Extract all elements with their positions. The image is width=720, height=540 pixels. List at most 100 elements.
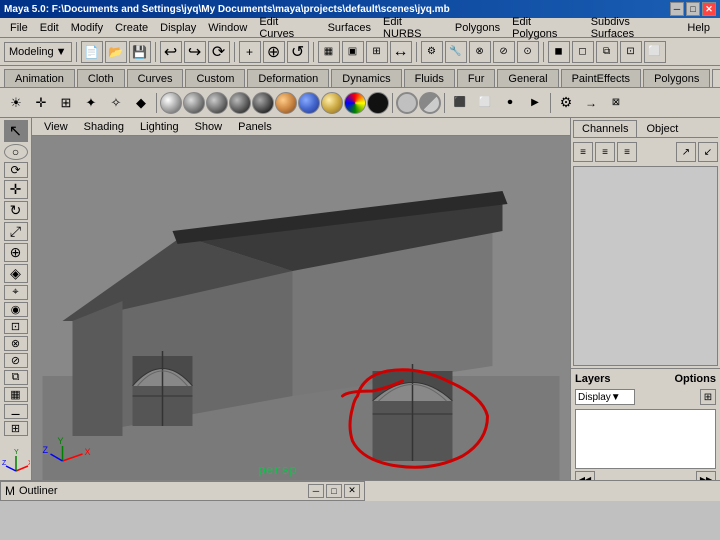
viewport-canvas[interactable]: persp X Y Z <box>32 136 570 480</box>
tool-unk3[interactable]: ⌖ <box>4 285 28 300</box>
outliner-minimize[interactable]: ─ <box>308 484 324 498</box>
menu-subdivs-surfaces[interactable]: Subdivs Surfaces <box>585 14 682 42</box>
menu-file[interactable]: File <box>4 20 34 36</box>
iconbar-gear[interactable]: ⚙ <box>554 91 578 115</box>
iconbar-render4[interactable]: ▶ <box>523 91 547 115</box>
menu-surfaces[interactable]: Surfaces <box>322 20 377 36</box>
toolbar-open[interactable]: 📂 <box>105 41 127 63</box>
tool-move[interactable]: ✛ <box>4 180 28 199</box>
toolbar-btn8[interactable]: ▣ <box>342 41 364 63</box>
toolbar-save[interactable]: 💾 <box>129 41 151 63</box>
outliner-close[interactable]: ✕ <box>344 484 360 498</box>
toolbar-btn10[interactable]: ↔ <box>390 41 412 63</box>
tool-unk2[interactable]: ◈ <box>4 264 28 283</box>
vp-menu-view[interactable]: View <box>36 120 76 134</box>
iconbar-mat3[interactable] <box>206 92 228 114</box>
tool-unk10[interactable]: ⚊ <box>4 404 28 419</box>
iconbar-mat9[interactable] <box>344 92 366 114</box>
iconbar-mat6[interactable] <box>275 92 297 114</box>
iconbar-snap2[interactable]: ✧ <box>104 91 128 115</box>
menu-modify[interactable]: Modify <box>65 20 109 36</box>
menu-create[interactable]: Create <box>109 20 154 36</box>
toolbar-new[interactable]: 📄 <box>81 41 103 63</box>
toolbar-render2[interactable]: ⊡ <box>620 41 642 63</box>
iconbar-mat2[interactable] <box>183 92 205 114</box>
tool-unk4[interactable]: ◉ <box>4 302 28 317</box>
tab-curves[interactable]: Curves <box>127 69 184 87</box>
tool-rotate[interactable]: ↻ <box>4 201 28 220</box>
menu-edit-polygons[interactable]: Edit Polygons <box>506 14 585 42</box>
right-icon-4[interactable]: ↗ <box>676 142 696 162</box>
vp-menu-lighting[interactable]: Lighting <box>132 120 187 134</box>
tool-unk11[interactable]: ⊞ <box>4 421 28 436</box>
toolbar-btn12[interactable]: 🔧 <box>445 41 467 63</box>
outliner-maximize[interactable]: □ <box>326 484 342 498</box>
tab-deformation[interactable]: Deformation <box>247 69 329 87</box>
iconbar-mat5[interactable] <box>252 92 274 114</box>
tool-unk9[interactable]: ▦ <box>4 387 28 402</box>
toolbar-btn7[interactable]: ▦ <box>318 41 340 63</box>
iconbar-render3[interactable]: ⏺ <box>498 91 522 115</box>
tab-rendering[interactable]: Rendering <box>712 69 720 87</box>
iconbar-flat2[interactable] <box>419 92 441 114</box>
vp-menu-panels[interactable]: Panels <box>230 120 280 134</box>
tool-select-lasso[interactable]: ○ <box>4 144 28 160</box>
menu-window[interactable]: Window <box>202 20 253 36</box>
toolbar-redo[interactable]: ↪ <box>184 41 206 63</box>
right-tab-object[interactable]: Object <box>637 120 687 137</box>
tool-unk8[interactable]: ⧉ <box>4 370 28 385</box>
iconbar-render2[interactable]: ⬜ <box>473 91 497 115</box>
toolbar-btn5[interactable]: ⊕ <box>263 41 285 63</box>
iconbar-mat10[interactable] <box>367 92 389 114</box>
vp-menu-show[interactable]: Show <box>187 120 231 134</box>
right-icon-5[interactable]: ↙ <box>698 142 718 162</box>
menu-edit[interactable]: Edit <box>34 20 65 36</box>
mode-dropdown[interactable]: Modeling ▼ <box>4 42 72 62</box>
toolbar-btn17[interactable]: ◻ <box>572 41 594 63</box>
menu-edit-curves[interactable]: Edit Curves <box>253 14 321 42</box>
display-dropdown-icon[interactable]: ⊞ <box>700 389 716 405</box>
tool-rotate-select[interactable]: ⟳ <box>4 162 28 178</box>
vp-menu-shading[interactable]: Shading <box>76 120 132 134</box>
maximize-button[interactable]: □ <box>686 2 700 16</box>
right-icon-3[interactable]: ≡ <box>617 142 637 162</box>
iconbar-mat4[interactable] <box>229 92 251 114</box>
tool-select-arrow[interactable]: ↖ <box>4 120 28 142</box>
iconbar-snap1[interactable]: ✦ <box>79 91 103 115</box>
display-dropdown[interactable]: Display ▼ <box>575 389 635 405</box>
toolbar-btn15[interactable]: ⊙ <box>517 41 539 63</box>
tab-animation[interactable]: Animation <box>4 69 75 87</box>
menu-help[interactable]: Help <box>681 20 716 36</box>
viewport[interactable]: View Shading Lighting Show Panels <box>32 118 570 480</box>
tab-cloth[interactable]: Cloth <box>77 69 125 87</box>
iconbar-sun[interactable]: ☀ <box>4 91 28 115</box>
toolbar-btn13[interactable]: ⊗ <box>469 41 491 63</box>
iconbar-unk1[interactable]: ⊠ <box>604 91 628 115</box>
toolbar-render3[interactable]: ⬜ <box>644 41 666 63</box>
toolbar-btn4[interactable]: + <box>239 41 261 63</box>
toolbar-btn11[interactable]: ⚙ <box>421 41 443 63</box>
tab-dynamics[interactable]: Dynamics <box>331 69 401 87</box>
tool-unk5[interactable]: ⊡ <box>4 319 28 334</box>
iconbar-arrow-right[interactable]: → <box>579 91 603 115</box>
menu-edit-nurbs[interactable]: Edit NURBS <box>377 14 449 42</box>
tab-fur[interactable]: Fur <box>457 69 496 87</box>
tab-custom[interactable]: Custom <box>185 69 245 87</box>
tab-general[interactable]: General <box>497 69 558 87</box>
iconbar-snap3[interactable]: ◆ <box>129 91 153 115</box>
iconbar-render1[interactable]: ⬛ <box>448 91 472 115</box>
toolbar-btn16[interactable]: ◼ <box>548 41 570 63</box>
iconbar-mat7[interactable] <box>298 92 320 114</box>
iconbar-mat1[interactable] <box>160 92 182 114</box>
iconbar-target[interactable]: ✛ <box>29 91 53 115</box>
tool-scale[interactable]: ⤢ <box>4 222 28 241</box>
iconbar-mat8[interactable] <box>321 92 343 114</box>
toolbar-render1[interactable]: ⧉ <box>596 41 618 63</box>
tab-fluids[interactable]: Fluids <box>404 69 455 87</box>
menu-polygons[interactable]: Polygons <box>449 20 506 36</box>
right-tab-channels[interactable]: Channels <box>573 120 637 137</box>
right-icon-1[interactable]: ≡ <box>573 142 593 162</box>
menu-display[interactable]: Display <box>154 20 202 36</box>
layers-scroll-area[interactable] <box>575 409 716 469</box>
toolbar-btn3[interactable]: ⟳ <box>208 41 230 63</box>
